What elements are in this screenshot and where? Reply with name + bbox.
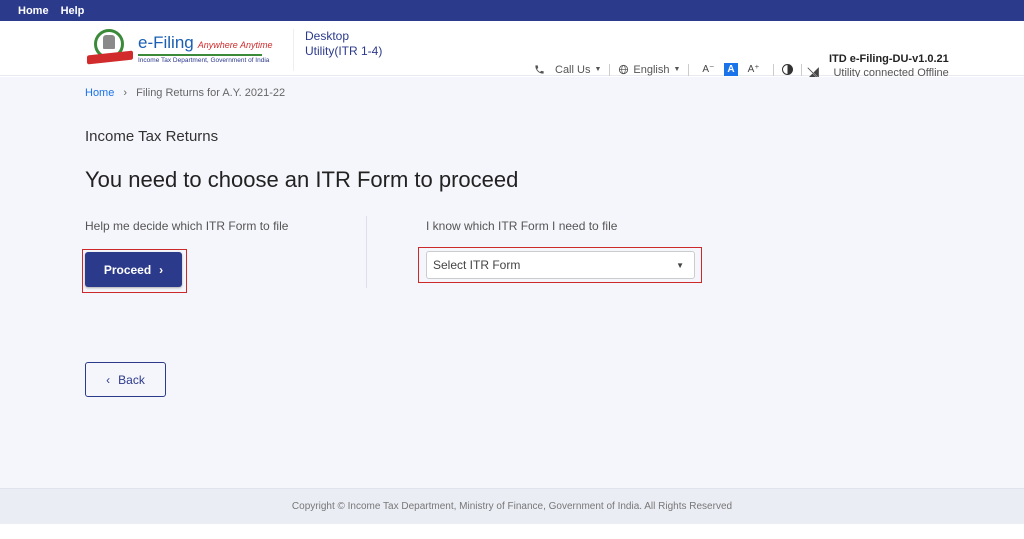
emblem-icon — [86, 29, 134, 67]
font-normal-button[interactable]: A — [724, 63, 738, 76]
font-increase-button[interactable]: A⁺ — [748, 64, 760, 75]
version-label: ITD e-Filing-DU-v1.0.21 — [829, 53, 949, 65]
column-divider — [366, 216, 367, 288]
language-dropdown[interactable]: English ▼ — [618, 64, 680, 76]
copyright-text: Copyright © Income Tax Department, Minis… — [291, 501, 733, 512]
header-tools: Call Us ▼ English ▼ A⁻ A A⁺ — [534, 63, 810, 76]
footer: Copyright © Income Tax Department, Minis… — [0, 488, 1024, 524]
logo-subtitle: Income Tax Department, Government of Ind… — [138, 56, 270, 64]
logo-tagline: Anywhere Anytime — [197, 39, 273, 50]
divider — [688, 63, 690, 76]
chevron-down-icon: ▼ — [594, 66, 602, 73]
language-label: English — [633, 63, 670, 76]
efiling-logo[interactable]: e-Filing Anywhere Anytime Income Tax Dep… — [86, 29, 272, 67]
call-us-label: Call Us — [555, 63, 591, 76]
divider — [800, 63, 802, 76]
chevron-down-icon: ▼ — [673, 66, 681, 73]
top-nav-help[interactable]: Help — [61, 5, 85, 17]
contrast-icon[interactable] — [781, 64, 793, 75]
phone-icon — [535, 65, 544, 74]
version-info: ITD e-Filing-DU-v1.0.21 Utility connecte… — [829, 53, 949, 79]
header: e-Filing Anywhere Anytime Income Tax Dep… — [0, 21, 1024, 79]
page-title: You need to choose an ITR Form to procee… — [85, 167, 519, 192]
top-nav-home[interactable]: Home — [18, 5, 49, 17]
chevron-right-icon: › — [123, 87, 128, 99]
app-title: Desktop Utility(ITR 1-4) — [293, 29, 382, 71]
section-title: Income Tax Returns — [85, 128, 219, 145]
chevron-left-icon: ‹ — [106, 372, 111, 387]
breadcrumb: Home › Filing Returns for A.Y. 2021-22 — [85, 87, 285, 99]
logo-title: e-Filing — [138, 32, 194, 52]
itr-form-select[interactable]: Select ITR Form ▼ — [426, 251, 695, 279]
divider — [609, 63, 611, 76]
proceed-button[interactable]: Proceed › — [85, 252, 182, 287]
divider — [772, 63, 774, 76]
know-form-label: I know which ITR Form I need to file — [426, 219, 618, 233]
select-placeholder: Select ITR Form — [433, 258, 521, 272]
globe-icon — [619, 64, 629, 75]
back-button[interactable]: ‹ Back — [85, 362, 166, 397]
font-decrease-button[interactable]: A⁻ — [702, 64, 714, 75]
call-us-dropdown[interactable]: Call Us ▼ — [534, 64, 601, 76]
breadcrumb-current: Filing Returns for A.Y. 2021-22 — [136, 87, 286, 99]
help-decide-label: Help me decide which ITR Form to file — [85, 219, 289, 233]
main-content: Home › Filing Returns for A.Y. 2021-22 I… — [0, 77, 1024, 488]
top-nav-bar: Home Help — [0, 0, 1024, 21]
proceed-label: Proceed — [103, 262, 152, 277]
back-label: Back — [118, 372, 145, 387]
chevron-right-icon: › — [159, 262, 164, 277]
chevron-down-icon: ▼ — [676, 260, 684, 270]
breadcrumb-home[interactable]: Home — [85, 87, 114, 99]
